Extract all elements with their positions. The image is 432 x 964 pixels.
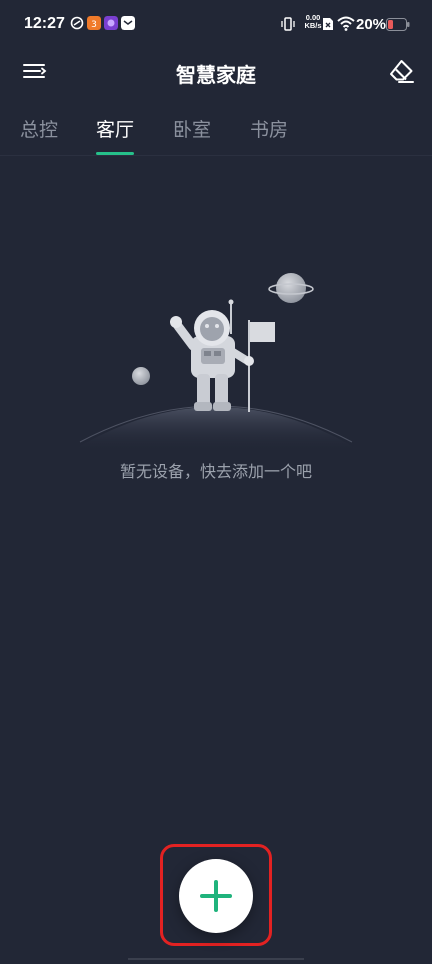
tab-shufang[interactable]: 书房 [250,115,288,142]
astronaut-empty-illustration [70,273,362,452]
tab-woshi[interactable]: 卧室 [173,115,211,142]
svg-text:3: 3 [91,20,97,30]
active-tab-indicator [96,152,134,155]
notification-game-icon [104,16,118,30]
home-indicator [128,958,304,960]
app-bar: 智慧家庭 [0,50,432,94]
notification-app-icon: 3 [87,16,101,30]
status-bar: 12:27 3 0.00 KB/s 20% [0,0,432,50]
notification-icon [70,16,84,30]
add-device-button[interactable] [179,859,253,933]
network-speed-unit: KB/s [304,21,322,30]
battery-icon [386,18,410,31]
eraser-icon[interactable] [386,56,416,86]
status-time: 12:27 [24,15,65,32]
page-title: 智慧家庭 [176,63,256,87]
network-speed: 0.00 KB/s [302,14,324,30]
empty-state-message: 暂无设备，快去添加一个吧 [119,462,312,481]
vibrate-icon [281,17,295,31]
battery-percent: 20% [356,16,387,33]
tab-keting[interactable]: 客厅 [96,115,134,142]
notification-mail-icon [121,16,135,30]
room-tabs: 总控 客厅 卧室 书房 [0,105,432,156]
tab-zongkong[interactable]: 总控 [20,115,58,142]
no-sim-icon [323,18,333,30]
wifi-icon [337,16,355,31]
